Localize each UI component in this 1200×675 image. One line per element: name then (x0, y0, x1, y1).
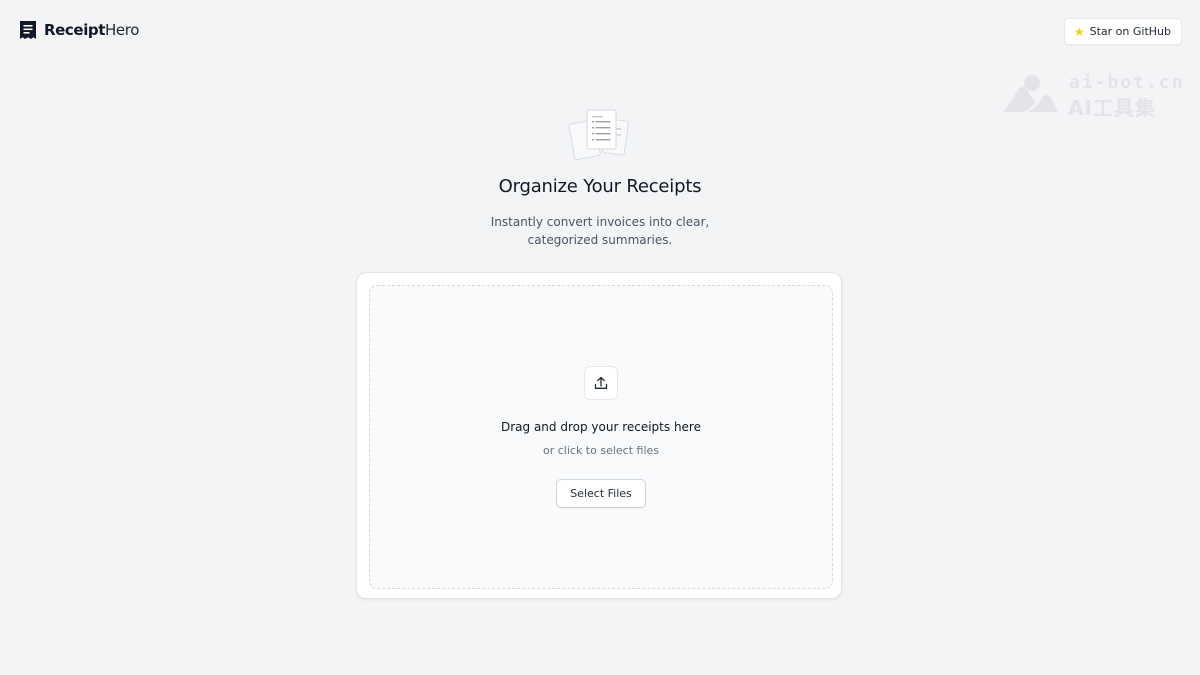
page-subtitle-line2: categorized summaries. (527, 233, 673, 247)
brand-name-part1: Receipt (44, 21, 106, 39)
watermark: ai-bot.cn AI工具集 (1002, 72, 1185, 120)
receipts-illustration (568, 109, 629, 161)
watermark-title: AI工具集 (1068, 96, 1156, 120)
dropzone[interactable]: Drag and drop your receipts here or clic… (369, 285, 833, 589)
watermark-logo-icon (1004, 75, 1058, 112)
upload-card: Drag and drop your receipts here or clic… (356, 272, 842, 599)
page-title: Organize Your Receipts (498, 176, 702, 197)
dropzone-title: Drag and drop your receipts here (500, 420, 701, 434)
star-icon: ★ (1073, 24, 1085, 39)
receipt-icon (20, 21, 36, 39)
github-button-label: Star on GitHub (1089, 25, 1171, 38)
star-on-github-button[interactable]: ★ Star on GitHub (1063, 18, 1182, 45)
brand-name: ReceiptHero (44, 20, 139, 40)
dropzone-subtitle: or click to select files (542, 444, 660, 457)
app-page: ReceiptHero ★ Star on GitHub ai-bot.cn A… (0, 0, 1200, 675)
upload-icon-box (584, 366, 618, 400)
upload-icon (594, 376, 608, 389)
watermark-domain: ai-bot.cn (1069, 72, 1185, 93)
page-subtitle: Instantly convert invoices into clear, c… (450, 213, 750, 249)
page-subtitle-line1: Instantly convert invoices into clear, (490, 215, 710, 229)
brand-name-part2: Hero (105, 21, 139, 39)
brand[interactable]: ReceiptHero (19, 20, 139, 40)
select-files-button[interactable]: Select Files (556, 479, 646, 508)
